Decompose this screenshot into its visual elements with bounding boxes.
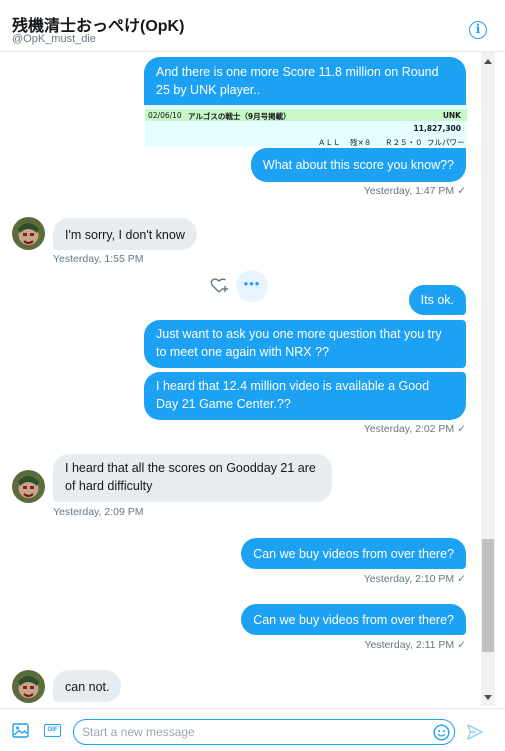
scroll-down-arrow-icon[interactable] — [484, 695, 492, 700]
send-icon[interactable] — [466, 723, 484, 741]
contact-avatar[interactable] — [12, 217, 45, 250]
conversation-scrollbar[interactable] — [481, 52, 495, 706]
read-check-icon: ✓ — [457, 423, 466, 435]
message-text: What about this score you know?? — [262, 158, 454, 172]
score-detail-round: Ｒ２５・０ — [385, 138, 423, 147]
message-text: I heard that all the scores on Goodday 2… — [65, 461, 316, 493]
message-bubble-outgoing[interactable]: Can we buy videos from over there? — [241, 538, 466, 569]
message-input[interactable]: Start a new message — [73, 719, 455, 745]
score-table-image[interactable]: 02/06/10 アルゴスの戦士（9月号掲載） UNK 11,827,300 Ａ… — [145, 105, 467, 147]
contact-handle[interactable]: @OpK_must_die — [12, 33, 96, 45]
emoji-icon[interactable] — [433, 724, 450, 741]
message-bubble-incoming[interactable]: I heard that all the scores on Goodday 2… — [53, 454, 332, 502]
message-composer: GIF Start a new message — [0, 708, 505, 751]
message-bubble-incoming[interactable]: I'm sorry, I don't know — [53, 218, 197, 250]
score-detail-lives: 残×８ — [350, 138, 372, 147]
read-check-icon: ✓ — [457, 573, 466, 585]
message-bubble-incoming[interactable]: can not. — [53, 670, 122, 702]
message-text: can not. — [65, 680, 110, 694]
read-check-icon: ✓ — [457, 185, 466, 197]
scrollbar-thumb[interactable] — [482, 539, 494, 652]
conversation-header: 残機清士おっぺけ(OpK) @OpK_must_die i — [0, 0, 505, 52]
message-text: Can we buy videos from over there? — [253, 547, 454, 561]
score-detail-all: ＡＬＬ — [318, 138, 341, 147]
message-text: And there is one more Score 11.8 million… — [156, 65, 439, 97]
message-text: Its ok. — [420, 293, 454, 307]
message-text: I'm sorry, I don't know — [65, 228, 185, 242]
message-bubble-outgoing[interactable]: Its ok. — [408, 285, 466, 315]
message-bubble-outgoing[interactable]: What about this score you know?? — [250, 148, 466, 182]
scroll-up-arrow-icon[interactable] — [484, 59, 492, 64]
message-timestamp: Yesterday, 1:55 PM — [53, 253, 144, 265]
score-game-title: アルゴスの戦士（9月号掲載） — [188, 112, 291, 121]
score-value: 11,827,300 — [413, 124, 461, 133]
more-icon[interactable]: ••• — [236, 270, 268, 302]
score-date: 02/06/10 — [148, 111, 182, 120]
message-bubble-outgoing[interactable]: Can we buy videos from over there? — [241, 604, 466, 635]
contact-avatar[interactable] — [12, 670, 45, 703]
message-timestamp: Yesterday, 2:11 PM ✓ — [364, 639, 466, 651]
message-text: Can we buy videos from over there? — [253, 613, 454, 627]
heart-plus-icon[interactable] — [209, 276, 229, 296]
message-timestamp: Yesterday, 2:10 PM ✓ — [363, 573, 466, 585]
contact-avatar[interactable] — [12, 470, 45, 503]
score-player: UNK — [442, 111, 461, 120]
message-timestamp: Yesterday, 2:02 PM ✓ — [363, 423, 466, 435]
message-timestamp: Yesterday, 2:09 PM — [53, 506, 144, 518]
conversation-thread[interactable]: And there is one more Score 11.8 million… — [0, 52, 481, 706]
info-icon[interactable]: i — [469, 21, 487, 39]
read-check-icon: ✓ — [457, 639, 466, 651]
message-bubble-outgoing[interactable]: And there is one more Score 11.8 million… — [144, 57, 466, 105]
message-text: Just want to ask you one more question t… — [156, 327, 442, 359]
media-icon[interactable] — [12, 723, 29, 738]
message-timestamp: Yesterday, 1:47 PM ✓ — [363, 185, 466, 197]
message-bubble-outgoing[interactable]: Just want to ask you one more question t… — [144, 320, 466, 368]
score-detail-power: フルパワー — [427, 138, 465, 147]
gif-icon[interactable]: GIF — [44, 724, 61, 737]
message-text: I heard that 12.4 million video is avail… — [156, 379, 430, 411]
message-bubble-outgoing[interactable]: I heard that 12.4 million video is avail… — [144, 372, 466, 420]
